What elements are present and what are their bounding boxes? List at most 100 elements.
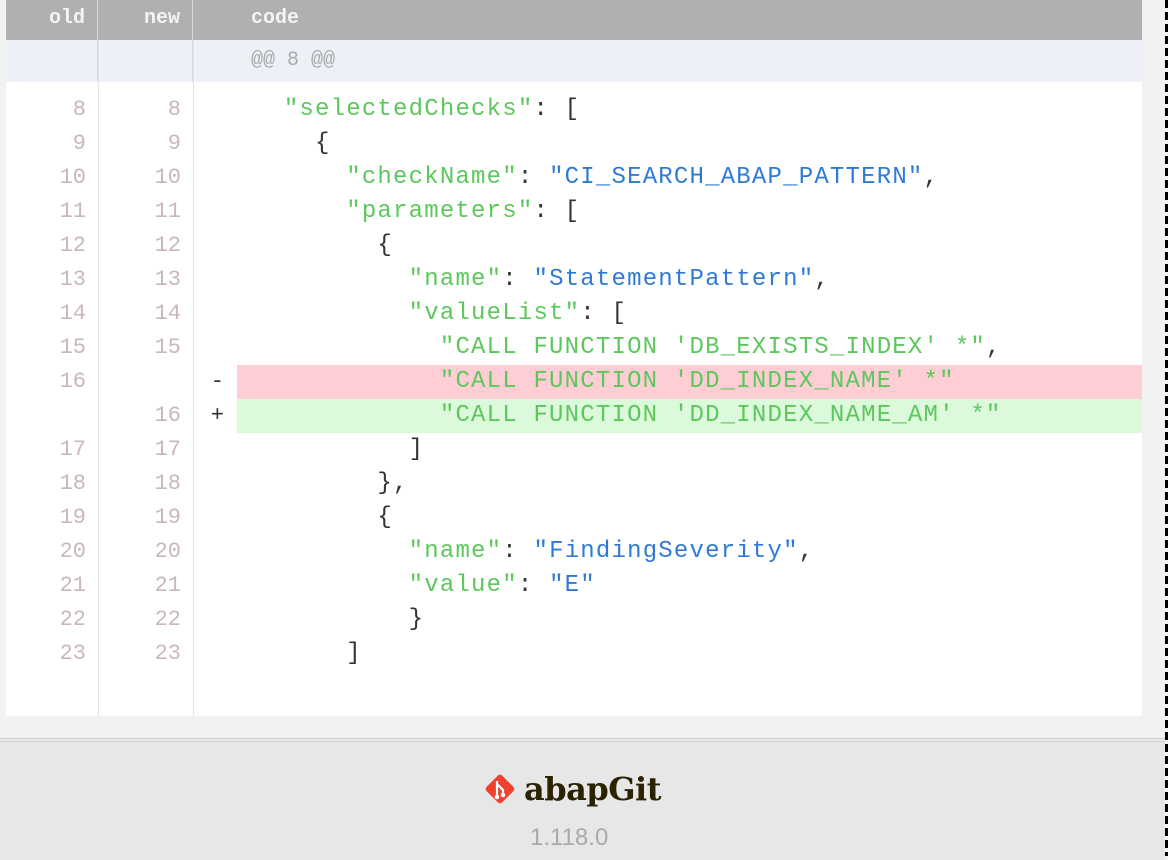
code-content: "value": "E" bbox=[237, 569, 1142, 603]
code-token: : bbox=[517, 164, 550, 191]
change-marker bbox=[193, 569, 237, 603]
old-line-number: 14 bbox=[59, 301, 86, 326]
old-line-number: 10 bbox=[59, 165, 86, 190]
new-line-number: 19 bbox=[154, 505, 181, 530]
code-content: "name": "FindingSeverity", bbox=[237, 535, 1142, 569]
code-token: "name" bbox=[408, 538, 503, 565]
diff-line: 13 13 "name": "StatementPattern", bbox=[6, 263, 1142, 297]
old-line-number: 18 bbox=[59, 471, 86, 496]
code-content: "CALL FUNCTION 'DB_EXISTS_INDEX' *", bbox=[237, 331, 1142, 365]
code-token: , bbox=[985, 334, 1002, 361]
deleted-line: 16 - "CALL FUNCTION 'DD_INDEX_NAME' *" bbox=[6, 365, 1142, 399]
diff-line: 12 12 { bbox=[6, 229, 1142, 263]
new-line-number: 8 bbox=[167, 97, 181, 122]
code-token: "parameters" bbox=[346, 198, 534, 225]
change-marker bbox=[193, 603, 237, 637]
code-token: "CALL FUNCTION 'DD_INDEX_NAME_AM' *" bbox=[439, 402, 1002, 429]
old-line-number: 20 bbox=[59, 539, 86, 564]
new-line-number: 21 bbox=[154, 573, 181, 598]
change-marker bbox=[193, 433, 237, 467]
old-line-number: 16 bbox=[59, 369, 86, 394]
footer: abapGit 1.118.0 bbox=[0, 738, 1165, 860]
change-marker bbox=[193, 501, 237, 535]
version-label: 1.118.0 bbox=[530, 824, 609, 851]
old-column-header: old bbox=[6, 0, 98, 40]
code-token: "CI_SEARCH_ABAP_PATTERN" bbox=[549, 164, 924, 191]
new-line-number: 17 bbox=[154, 437, 181, 462]
diff-line: 8 8 "selectedChecks": [ bbox=[6, 93, 1142, 127]
code-content: "checkName": "CI_SEARCH_ABAP_PATTERN", bbox=[237, 161, 1142, 195]
change-marker bbox=[193, 331, 237, 365]
old-line-number: 22 bbox=[59, 607, 86, 632]
hunk-header: @@ 8 @@ bbox=[6, 40, 1142, 82]
hunk-label: @@ 8 @@ bbox=[251, 49, 336, 72]
diff-line: 11 11 "parameters": [ bbox=[6, 195, 1142, 229]
code-token: : bbox=[502, 538, 534, 565]
old-line-number: 23 bbox=[59, 641, 86, 666]
new-line-number: 23 bbox=[154, 641, 181, 666]
old-line-number: 15 bbox=[59, 335, 86, 360]
new-line-number: 20 bbox=[154, 539, 181, 564]
diff-table: old new code @@ 8 @@ 8 8 "selectedChecks"… bbox=[6, 0, 1142, 716]
change-marker bbox=[193, 535, 237, 569]
code-content: "CALL FUNCTION 'DD_INDEX_NAME' *" bbox=[237, 365, 1142, 399]
diff-header: old new code bbox=[6, 0, 1142, 40]
change-marker bbox=[193, 161, 237, 195]
change-marker bbox=[193, 195, 237, 229]
new-column-header: new bbox=[98, 0, 193, 40]
old-line-number: 21 bbox=[59, 573, 86, 598]
code-token: } bbox=[408, 606, 425, 633]
brand-name: abapGit bbox=[524, 770, 661, 808]
code-token: ] bbox=[408, 436, 425, 463]
new-line-number: 14 bbox=[154, 301, 181, 326]
change-marker: + bbox=[210, 403, 226, 428]
code-token: ] bbox=[346, 640, 362, 667]
new-line-number: 12 bbox=[154, 233, 181, 258]
new-line-number: 11 bbox=[154, 199, 181, 224]
code-token: , bbox=[923, 164, 940, 191]
old-line-number: 11 bbox=[59, 199, 86, 224]
change-marker: - bbox=[210, 369, 226, 394]
change-marker bbox=[193, 297, 237, 331]
code-content: ] bbox=[237, 637, 1142, 671]
abapgit-logo[interactable]: abapGit bbox=[484, 770, 661, 808]
diff-line: 20 20 "name": "FindingSeverity", bbox=[6, 535, 1142, 569]
old-line-number: 19 bbox=[59, 505, 86, 530]
diff-line: 15 15 "CALL FUNCTION 'DB_EXISTS_INDEX' *"… bbox=[6, 331, 1142, 365]
code-content: "CALL FUNCTION 'DD_INDEX_NAME_AM' *" bbox=[237, 399, 1142, 433]
new-line-number: 16 bbox=[154, 403, 181, 428]
diff-line: 17 17 ] bbox=[6, 433, 1142, 467]
new-line-number: 22 bbox=[154, 607, 181, 632]
code-content: "name": "StatementPattern", bbox=[237, 263, 1142, 297]
code-content: { bbox=[237, 229, 1142, 263]
new-line-number bbox=[99, 365, 193, 399]
new-line-number: 13 bbox=[154, 267, 181, 292]
code-token: : bbox=[517, 572, 550, 599]
old-line-number: 12 bbox=[59, 233, 86, 258]
code-token: "checkName" bbox=[346, 164, 518, 191]
new-line-number: 10 bbox=[154, 165, 181, 190]
new-line-number: 15 bbox=[154, 335, 181, 360]
code-token: "FindingSeverity" bbox=[533, 538, 799, 565]
diff-rows: 88 "selectedChecks": [9 9 { 10 10 "checkNam… bbox=[6, 82, 1142, 671]
diff-line: 9 9 { bbox=[6, 127, 1142, 161]
code-token: "selectedChecks" bbox=[283, 96, 534, 123]
code-content: }, bbox=[237, 467, 1142, 501]
diff-line: 21 21 "value": "E" bbox=[6, 569, 1142, 603]
diff-line: 10 10 "checkName": "CI_SEARCH_ABAP_PATTER… bbox=[6, 161, 1142, 195]
code-column-header: code bbox=[251, 7, 300, 30]
code-token: "name" bbox=[408, 266, 503, 293]
code-token: , bbox=[814, 266, 830, 293]
code-token: { bbox=[377, 232, 394, 259]
code-content: { bbox=[237, 127, 1142, 161]
code-token: "CALL FUNCTION 'DD_INDEX_NAME' *" bbox=[439, 368, 955, 395]
added-line: 16 + "CALL FUNCTION 'DD_INDEX_NAME_AM' *" bbox=[6, 399, 1142, 433]
code-token: "E" bbox=[549, 572, 596, 599]
code-token: : [ bbox=[533, 198, 581, 225]
code-content: ] bbox=[237, 433, 1142, 467]
old-line-number: 17 bbox=[59, 437, 86, 462]
code-token: , bbox=[798, 538, 815, 565]
diff-line: 18 18 }, bbox=[6, 467, 1142, 501]
new-line-number: 18 bbox=[154, 471, 181, 496]
diff-line: 19 19 { bbox=[6, 501, 1142, 535]
